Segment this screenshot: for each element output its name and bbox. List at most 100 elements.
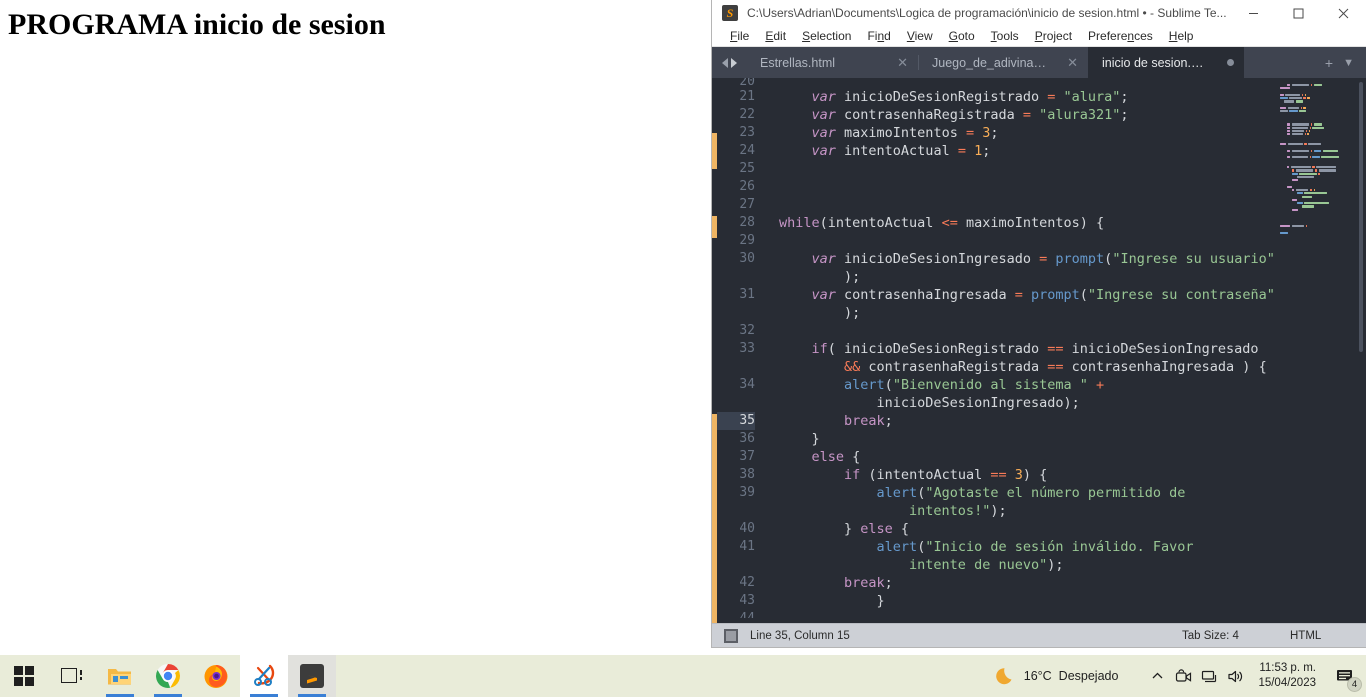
weather-widget[interactable]: 16°C Despejado	[995, 665, 1118, 687]
menu-item-selection[interactable]: Selection	[794, 26, 859, 47]
tab-0[interactable]: Estrellas.html ✕	[746, 47, 918, 78]
menu-item-edit[interactable]: Edit	[757, 26, 794, 47]
menu-item-project[interactable]: Project	[1027, 26, 1080, 47]
clock-widget[interactable]: 11:53 p. m. 15/04/2023	[1258, 655, 1316, 697]
minimap-line	[1280, 110, 1356, 113]
minimap-line	[1280, 120, 1356, 122]
minimap-line	[1280, 87, 1356, 90]
minimap-line	[1280, 192, 1356, 195]
gutter-line-31: 31	[739, 287, 755, 302]
minimize-button[interactable]	[1231, 0, 1276, 26]
menu-item-goto[interactable]: Goto	[941, 26, 983, 47]
minimap-line	[1280, 129, 1356, 133]
gutter-line-30: 30	[739, 251, 755, 266]
gutter-line-33: 33	[739, 341, 755, 356]
tab-size-label[interactable]: Tab Size: 4	[1182, 630, 1239, 642]
minimap-line	[1280, 104, 1356, 106]
gutter-line-24: 24	[739, 143, 755, 158]
page-title: PROGRAMA inicio de sesion	[8, 8, 386, 41]
gutter-wrap	[717, 556, 755, 574]
menu-item-view[interactable]: View	[899, 26, 941, 47]
new-tab-button[interactable]: +	[1325, 55, 1333, 71]
system-tray: 16°C Despejado 11:53 p. m. 15/04/2023 4	[995, 655, 1366, 697]
tab-next-icon[interactable]	[730, 57, 737, 68]
minimap[interactable]	[1274, 78, 1366, 623]
minimap-line	[1280, 205, 1356, 208]
sublime-text-button[interactable]	[288, 655, 336, 697]
start-button[interactable]	[0, 655, 48, 697]
sublime-logo-icon	[300, 664, 324, 688]
gutter-wrap	[717, 358, 755, 376]
gutter-line-41: 41	[739, 539, 755, 554]
chrome-button[interactable]	[144, 655, 192, 697]
snipping-tool-button[interactable]	[240, 655, 288, 697]
task-view-button[interactable]	[48, 655, 96, 697]
tab-nav-arrows[interactable]	[712, 47, 746, 78]
menu-item-find[interactable]: Find	[859, 26, 898, 47]
tab-unsaved-indicator	[1227, 59, 1234, 66]
menu-item-preferences[interactable]: Preferences	[1080, 26, 1161, 47]
folder-icon	[108, 669, 131, 685]
minimap-line	[1280, 198, 1356, 202]
notification-center-button[interactable]: 4	[1324, 655, 1366, 697]
tab-prev-icon[interactable]	[721, 57, 728, 68]
gutter-line-29: 29	[739, 233, 755, 248]
minimap-line	[1280, 195, 1356, 198]
gutter-line-35: 35	[717, 412, 755, 430]
close-button[interactable]	[1321, 0, 1366, 26]
clock-time: 11:53 p. m.	[1259, 662, 1316, 674]
minimap-line	[1280, 202, 1356, 205]
maximize-button[interactable]	[1276, 0, 1321, 26]
minimap-line	[1280, 212, 1356, 214]
moon-icon	[995, 668, 1012, 685]
gutter-line-22: 22	[739, 107, 755, 122]
sublime-text-window: S C:\Users\Adrian\Documents\Logica de pr…	[711, 0, 1366, 648]
snipping-tool-icon	[254, 664, 275, 686]
menu-item-file[interactable]: File	[722, 26, 757, 47]
gutter-line-25: 25	[739, 161, 755, 176]
gutter-wrap	[717, 268, 755, 286]
sidebar-toggle-icon[interactable]	[724, 628, 738, 643]
minimap-line	[1280, 143, 1356, 146]
tab-1[interactable]: Juego_de_adivinacion.html ✕	[918, 47, 1088, 78]
minimap-line	[1280, 117, 1356, 119]
editor-area[interactable]: 20 21 22 23 24 25 26 27 28 29 30 31 32 33 34 35 36 37 38 39…	[712, 78, 1366, 623]
menu-item-tools[interactable]: Tools	[983, 26, 1027, 47]
minimap-line	[1280, 126, 1356, 129]
tab-menu-button[interactable]: ▼	[1343, 57, 1354, 69]
syntax-label[interactable]: HTML	[1290, 630, 1321, 642]
tab-close-icon[interactable]: ✕	[897, 56, 908, 69]
tab-label: Juego_de_adivinacion.html	[932, 55, 1050, 70]
window-title: C:\Users\Adrian\Documents\Logica de prog…	[747, 6, 1227, 20]
minimap-line	[1280, 189, 1356, 192]
minimap-line	[1280, 163, 1356, 165]
gutter-wrap	[717, 394, 755, 412]
windows-logo-icon	[13, 665, 35, 687]
minimap-line	[1280, 146, 1356, 148]
minimap-line	[1280, 137, 1356, 139]
camera-icon[interactable]	[1170, 655, 1196, 697]
menu-item-help[interactable]: Help	[1161, 26, 1202, 47]
tab-close-icon[interactable]: ✕	[1067, 56, 1078, 69]
minimap-line	[1280, 156, 1356, 159]
minimap-line	[1280, 215, 1356, 217]
clock-date: 15/04/2023	[1258, 677, 1316, 689]
minimap-line	[1280, 93, 1356, 97]
volume-icon[interactable]	[1222, 655, 1248, 697]
minimap-line	[1280, 225, 1356, 228]
minimap-line	[1280, 91, 1356, 93]
minimap-line	[1280, 133, 1356, 136]
network-icon[interactable]	[1196, 655, 1222, 697]
minimap-line	[1280, 185, 1356, 188]
chrome-icon	[155, 664, 181, 689]
gutter-wrap	[717, 502, 755, 520]
tab-2[interactable]: inicio de sesion.html	[1088, 47, 1244, 78]
file-explorer-button[interactable]	[96, 655, 144, 697]
firefox-button[interactable]	[192, 655, 240, 697]
sublime-logo-icon: S	[722, 5, 738, 21]
line-number-gutter: 20 21 22 23 24 25 26 27 28 29 30 31 32 33 34 35 36 37 38 39…	[717, 78, 765, 623]
show-hidden-icons-button[interactable]	[1144, 655, 1170, 697]
cursor-position: Line 35, Column 15	[750, 629, 850, 642]
minimap-scrollbar[interactable]	[1359, 82, 1363, 352]
minimap-line	[1280, 153, 1356, 155]
